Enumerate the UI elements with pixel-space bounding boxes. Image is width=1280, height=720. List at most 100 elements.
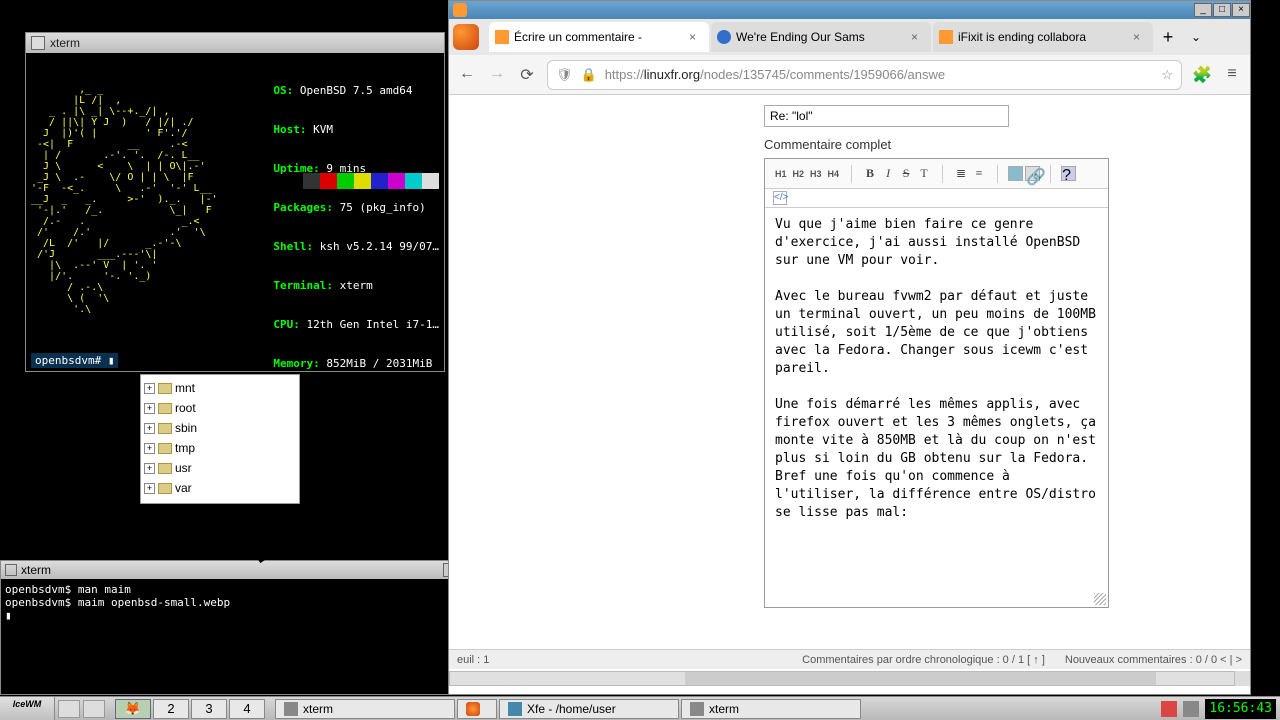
new-tab-button[interactable]: + bbox=[1155, 24, 1181, 50]
back-button[interactable]: ← bbox=[457, 65, 477, 85]
expand-icon[interactable]: + bbox=[144, 423, 155, 434]
extensions-button[interactable]: 🧩 bbox=[1192, 65, 1212, 85]
task-xfe[interactable]: Xfe - /home/user bbox=[499, 699, 679, 719]
quicklaunch-windowlist[interactable] bbox=[83, 700, 105, 718]
favicon-icon bbox=[495, 30, 509, 44]
tree-item-mnt[interactable]: +mnt bbox=[144, 378, 296, 398]
firefox-window[interactable]: _ □ × Écrire un commentaire - × We're En… bbox=[448, 0, 1251, 695]
tree-item-sbin[interactable]: +sbin bbox=[144, 418, 296, 438]
task-firefox[interactable] bbox=[457, 699, 497, 719]
terminal-body[interactable]: ,_ _ |L /| , _ . |\ _| \--+._/| , / ||\|… bbox=[26, 53, 444, 371]
task-xterm[interactable]: xterm bbox=[275, 699, 455, 719]
tree-item-root[interactable]: +root bbox=[144, 398, 296, 418]
editor-toolbar: H1 H2 H3 H4 B I S T ≣ ≡ bbox=[765, 159, 1108, 189]
expand-icon[interactable]: + bbox=[144, 383, 155, 394]
maximize-button[interactable]: □ bbox=[1213, 3, 1231, 17]
tree-item-usr[interactable]: +usr bbox=[144, 458, 296, 478]
tab[interactable]: iFixit is ending collabora × bbox=[933, 22, 1153, 52]
fm-icon bbox=[508, 702, 522, 716]
url-input[interactable]: 🛡 🔒 https://linuxfr.org/nodes/135745/com… bbox=[547, 60, 1182, 90]
scrollbar-thumb[interactable] bbox=[685, 672, 1155, 685]
strike-button[interactable]: S bbox=[898, 166, 914, 182]
folder-icon bbox=[158, 443, 172, 454]
tab-active[interactable]: Écrire un commentaire - × bbox=[489, 22, 709, 52]
tab-close-icon[interactable]: × bbox=[911, 30, 925, 44]
favicon-icon bbox=[939, 30, 953, 44]
tray-icon[interactable] bbox=[1161, 701, 1177, 717]
h1-button[interactable]: H1 bbox=[773, 167, 789, 181]
comment-textarea[interactable] bbox=[765, 207, 1108, 602]
expand-icon[interactable]: + bbox=[144, 443, 155, 454]
xterm-top-window[interactable]: xterm ,_ _ |L /| , _ . |\ _| \--+._/| , … bbox=[25, 32, 445, 372]
tree-item-var[interactable]: +var bbox=[144, 478, 296, 498]
firefox-icon bbox=[453, 3, 467, 17]
code-button[interactable]: </> bbox=[773, 191, 787, 205]
folder-icon bbox=[158, 423, 172, 434]
close-button[interactable]: × bbox=[1232, 3, 1250, 17]
tt-button[interactable]: T bbox=[916, 166, 932, 182]
taskbar-clock[interactable]: 16:56:43 bbox=[1205, 699, 1276, 719]
all-tabs-button[interactable]: ⌄ bbox=[1183, 30, 1209, 44]
image-button[interactable] bbox=[1008, 166, 1023, 181]
h4-button[interactable]: H4 bbox=[826, 167, 842, 181]
firefox-titlebar[interactable]: _ □ × bbox=[449, 1, 1250, 19]
comment-editor: H1 H2 H3 H4 B I S T ≣ ≡ bbox=[764, 158, 1109, 608]
editor-toolbar-2: </> bbox=[765, 189, 1108, 207]
shield-icon[interactable]: 🛡 bbox=[556, 67, 573, 83]
shell-prompt[interactable]: openbsdvm# ▮ bbox=[31, 353, 118, 368]
ol-button[interactable]: ≡ bbox=[971, 166, 987, 182]
new-comments-label: Nouveaux commentaires : 0 / 0 < | > bbox=[1065, 654, 1242, 666]
menu-button[interactable]: ≡ bbox=[1222, 65, 1242, 85]
bold-button[interactable]: B bbox=[862, 166, 878, 182]
reload-button[interactable]: ⟳ bbox=[517, 65, 537, 85]
folder-icon bbox=[158, 403, 172, 414]
folder-icon bbox=[158, 383, 172, 394]
horizontal-scrollbar[interactable] bbox=[449, 671, 1235, 686]
resize-handle[interactable] bbox=[1094, 593, 1106, 605]
window-icon bbox=[31, 36, 45, 50]
system-tray: 16:56:43 bbox=[1157, 699, 1280, 719]
tab-close-icon[interactable]: × bbox=[689, 30, 703, 44]
tab-bar: Écrire un commentaire - × We're Ending O… bbox=[449, 19, 1250, 55]
start-menu-button[interactable]: IceWM bbox=[0, 697, 55, 720]
bookmark-icon[interactable]: ☆ bbox=[1161, 67, 1173, 83]
expand-icon[interactable]: + bbox=[144, 463, 155, 474]
subject-input[interactable] bbox=[764, 105, 1009, 127]
workspace-4[interactable]: 4 bbox=[229, 699, 265, 719]
quicklaunch-showdesktop[interactable] bbox=[58, 700, 80, 718]
expand-icon[interactable]: + bbox=[144, 403, 155, 414]
minimize-button[interactable]: _ bbox=[1194, 3, 1212, 17]
window-title: xterm bbox=[50, 36, 80, 50]
tray-icon[interactable] bbox=[1183, 701, 1199, 717]
italic-button[interactable]: I bbox=[880, 166, 896, 182]
terminal-body[interactable]: openbsdvm$ man maim openbsdvm$ maim open… bbox=[1, 579, 499, 626]
taskbar: IceWM 🦊 2 3 4 xterm Xfe - /home/user xte… bbox=[0, 696, 1280, 720]
folder-icon bbox=[158, 483, 172, 494]
lock-icon[interactable]: 🔒 bbox=[581, 67, 597, 83]
tree-item-tmp[interactable]: +tmp bbox=[144, 438, 296, 458]
task-list: xterm Xfe - /home/user xterm bbox=[275, 699, 1157, 719]
ul-button[interactable]: ≣ bbox=[953, 166, 969, 182]
help-button[interactable]: ? bbox=[1061, 166, 1076, 181]
file-tree-panel[interactable]: +mnt +root +sbin +tmp +usr +var bbox=[140, 374, 300, 504]
tab[interactable]: We're Ending Our Sams × bbox=[711, 22, 931, 52]
expand-icon[interactable]: + bbox=[144, 483, 155, 494]
workspace-2[interactable]: 2 bbox=[153, 699, 189, 719]
workspace-1[interactable]: 🦊 bbox=[115, 699, 151, 719]
task-xterm-2[interactable]: xterm bbox=[681, 699, 861, 719]
link-button[interactable]: 🔗 bbox=[1025, 166, 1040, 181]
editor-label: Commentaire complet bbox=[764, 137, 1230, 152]
xterm-top-titlebar[interactable]: xterm bbox=[26, 33, 444, 53]
h2-button[interactable]: H2 bbox=[791, 167, 807, 181]
xterm-bottom-window[interactable]: xterm _ □ × openbsdvm$ man maim openbsdv… bbox=[0, 560, 500, 695]
workspace-3[interactable]: 3 bbox=[191, 699, 227, 719]
favicon-icon bbox=[717, 30, 731, 44]
xterm-bottom-titlebar[interactable]: xterm _ □ × bbox=[1, 561, 499, 579]
url-toolbar: ← → ⟳ 🛡 🔒 https://linuxfr.org/nodes/1357… bbox=[449, 55, 1250, 95]
firefox-icon bbox=[453, 24, 479, 50]
forward-button[interactable]: → bbox=[487, 65, 507, 85]
chrono-label: Commentaires par ordre chronologique : 0… bbox=[802, 654, 1045, 666]
tab-close-icon[interactable]: × bbox=[1133, 30, 1147, 44]
h3-button[interactable]: H3 bbox=[808, 167, 824, 181]
folder-icon bbox=[158, 463, 172, 474]
